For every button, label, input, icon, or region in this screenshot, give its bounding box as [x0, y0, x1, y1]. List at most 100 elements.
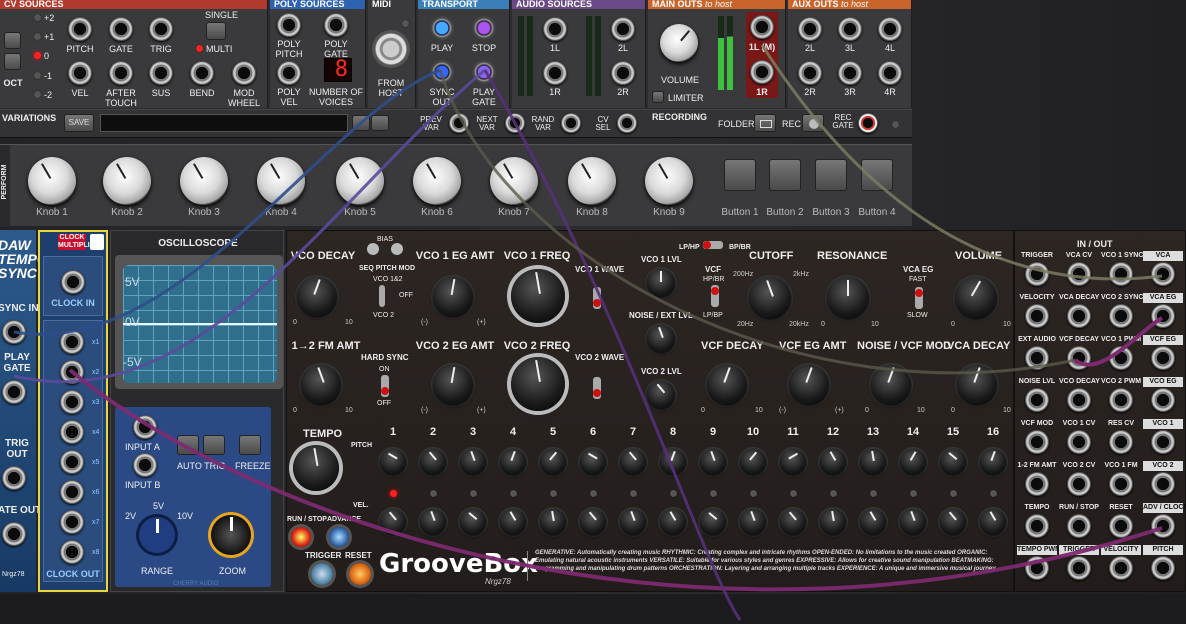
poly-pitch-jack[interactable] — [277, 13, 301, 37]
pitch-step-knob[interactable] — [540, 449, 566, 475]
velocity-step-knob[interactable] — [860, 509, 886, 535]
pitch-step-knob[interactable] — [980, 449, 1006, 475]
clock-out-jack-x6[interactable] — [60, 480, 84, 504]
clock-out-jack-x1[interactable] — [60, 330, 84, 354]
vco2-freq-knob[interactable] — [511, 357, 565, 411]
zoom-knob[interactable] — [211, 515, 251, 555]
fm-amt-knob[interactable] — [301, 365, 341, 405]
io-jack[interactable] — [1151, 556, 1175, 580]
pitch-step-knob[interactable] — [900, 449, 926, 475]
velocity-step-knob[interactable] — [580, 509, 606, 535]
io-jack[interactable] — [1025, 262, 1049, 286]
io-jack[interactable] — [1067, 472, 1091, 496]
io-jack[interactable] — [1151, 346, 1175, 370]
auto-trig-button[interactable] — [177, 435, 199, 455]
pitch-step-knob[interactable] — [700, 449, 726, 475]
gate-jack[interactable] — [109, 17, 133, 41]
volume-knob[interactable] — [955, 277, 997, 319]
velocity-step-knob[interactable] — [460, 509, 486, 535]
io-jack[interactable] — [1067, 388, 1091, 412]
audio-2l-jack[interactable] — [611, 17, 635, 41]
io-jack[interactable] — [1109, 346, 1133, 370]
io-jack[interactable] — [1025, 556, 1049, 580]
perform-button-1[interactable] — [724, 159, 756, 191]
variation-next-arrow[interactable] — [371, 115, 389, 131]
audio-1l-jack[interactable] — [543, 17, 567, 41]
main-volume-knob[interactable] — [660, 24, 698, 62]
vco1-freq-knob[interactable] — [511, 269, 565, 323]
velocity-step-knob[interactable] — [900, 509, 926, 535]
pitch-step-knob[interactable] — [740, 449, 766, 475]
gate-out-jack[interactable] — [2, 522, 26, 546]
pitch-step-knob[interactable] — [620, 449, 646, 475]
aux-3l-jack[interactable] — [838, 17, 862, 41]
io-jack[interactable] — [1109, 472, 1133, 496]
noise-vcf-mod-knob[interactable] — [871, 365, 911, 405]
poly-gate-jack[interactable] — [324, 13, 348, 37]
perform-button-3[interactable] — [815, 159, 847, 191]
vca-eg-switch[interactable] — [915, 287, 923, 309]
perform-knob-9[interactable] — [645, 157, 693, 205]
rec-button[interactable] — [802, 114, 824, 132]
single-multi-button[interactable] — [206, 22, 226, 40]
pitch-step-knob[interactable] — [380, 449, 406, 475]
vco1-wave-switch[interactable] — [593, 287, 601, 309]
velocity-step-knob[interactable] — [660, 509, 686, 535]
prev-var-jack[interactable] — [449, 113, 469, 133]
vcf-eg-amt-knob[interactable] — [789, 365, 829, 405]
pitch-step-knob[interactable] — [780, 449, 806, 475]
velocity-step-knob[interactable] — [980, 509, 1006, 535]
clock-out-jack-x2[interactable] — [60, 360, 84, 384]
io-jack[interactable] — [1151, 388, 1175, 412]
sus-jack[interactable] — [149, 61, 173, 85]
pitch-jack[interactable] — [68, 17, 92, 41]
sync-out-jack[interactable] — [430, 60, 454, 84]
clock-out-jack-x5[interactable] — [60, 450, 84, 474]
folder-button[interactable] — [754, 114, 776, 132]
pitch-step-knob[interactable] — [660, 449, 686, 475]
pitch-step-knob[interactable] — [940, 449, 966, 475]
io-jack[interactable] — [1151, 304, 1175, 328]
variation-prev-arrow[interactable] — [352, 115, 370, 131]
resonance-knob[interactable] — [827, 277, 869, 319]
io-jack[interactable] — [1109, 430, 1133, 454]
bias-knob[interactable] — [367, 243, 379, 255]
run-stop-button[interactable] — [291, 527, 311, 547]
clock-out-jack-x3[interactable] — [60, 390, 84, 414]
aux-2l-jack[interactable] — [798, 17, 822, 41]
perform-button-2[interactable] — [769, 159, 801, 191]
vel-jack[interactable] — [68, 61, 92, 85]
variation-name-field[interactable] — [100, 114, 348, 132]
velocity-step-knob[interactable] — [780, 509, 806, 535]
io-jack[interactable] — [1067, 304, 1091, 328]
vco-decay-knob[interactable] — [297, 277, 337, 317]
io-jack[interactable] — [1067, 262, 1091, 286]
poly-vel-jack[interactable] — [277, 61, 301, 85]
play-jack[interactable] — [430, 16, 454, 40]
velocity-step-knob[interactable] — [420, 509, 446, 535]
audio-2r-jack[interactable] — [611, 61, 635, 85]
pitch-step-knob[interactable] — [460, 449, 486, 475]
hard-sync-switch[interactable] — [381, 375, 389, 397]
io-jack[interactable] — [1151, 514, 1175, 538]
vcf-type-switch[interactable] — [711, 285, 719, 307]
aux-4r-jack[interactable] — [878, 61, 902, 85]
aftertouch-jack[interactable] — [109, 61, 133, 85]
main-1l-jack[interactable] — [750, 15, 774, 39]
save-variation-button[interactable]: SAVE — [64, 114, 94, 132]
advance-button[interactable] — [329, 527, 349, 547]
io-jack[interactable] — [1151, 472, 1175, 496]
trig-jack[interactable] — [149, 17, 173, 41]
io-jack[interactable] — [1067, 514, 1091, 538]
aux-4l-jack[interactable] — [878, 17, 902, 41]
velocity-step-knob[interactable] — [620, 509, 646, 535]
trigger-button[interactable] — [311, 563, 333, 585]
perform-knob-6[interactable] — [413, 157, 461, 205]
pitch-step-knob[interactable] — [820, 449, 846, 475]
play-gate-jack[interactable] — [472, 60, 496, 84]
perform-knob-1[interactable] — [28, 157, 76, 205]
io-jack[interactable] — [1151, 430, 1175, 454]
io-jack[interactable] — [1109, 304, 1133, 328]
io-jack[interactable] — [1109, 388, 1133, 412]
sync-in-jack[interactable] — [2, 320, 26, 344]
